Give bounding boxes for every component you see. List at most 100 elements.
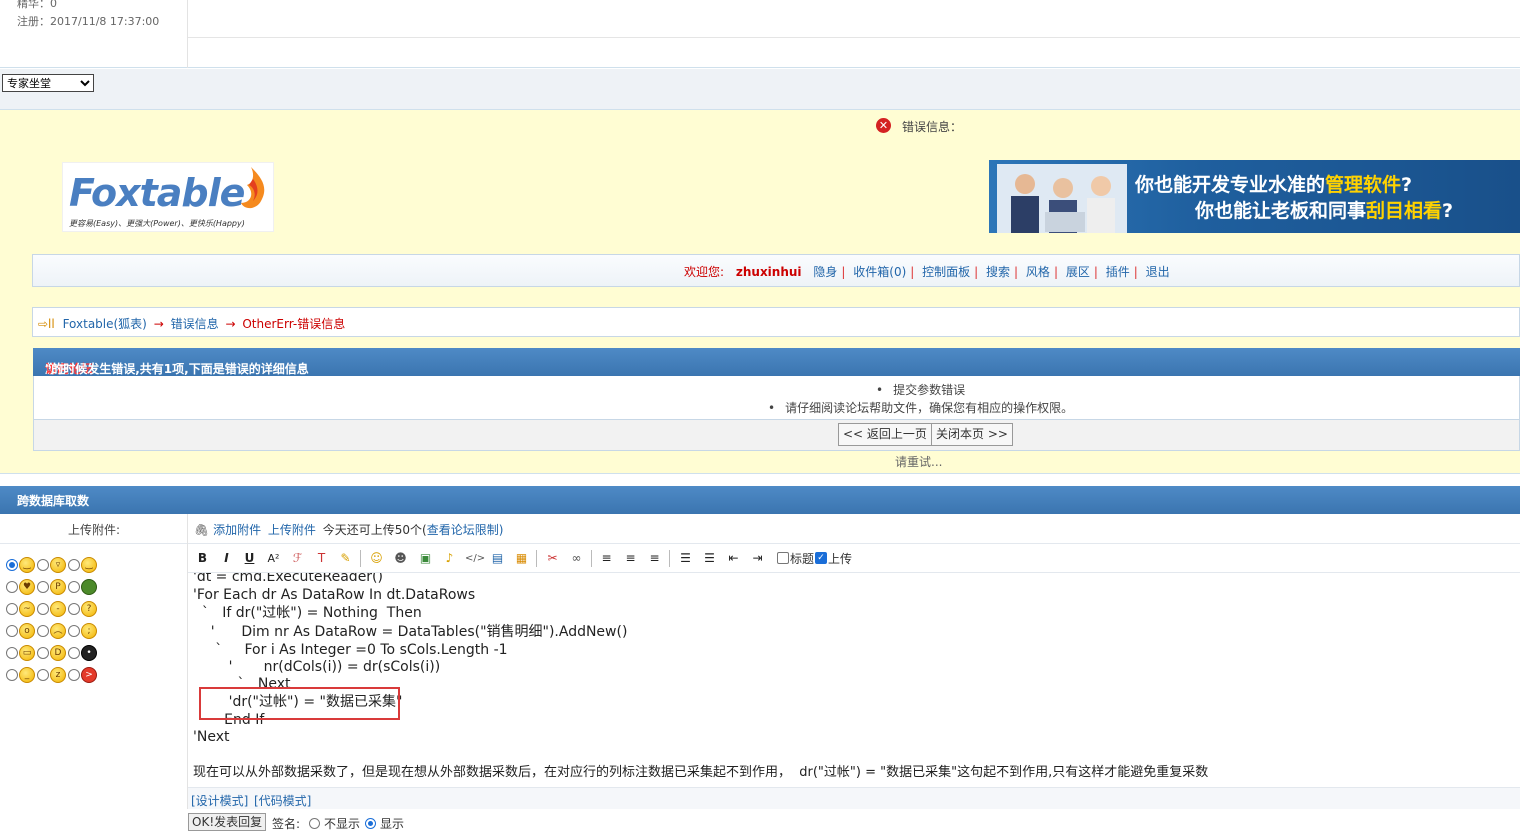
sad-icon[interactable]: ︵ <box>50 623 66 639</box>
bold-icon[interactable]: B <box>194 550 211 567</box>
emoticon-radio[interactable] <box>68 669 80 681</box>
nav-item-control-panel[interactable]: 控制面板 <box>922 265 970 279</box>
reply-editor[interactable]: 'dt = cmd.ExecuteReader() 'For Each dr A… <box>188 573 1520 787</box>
essence-count: 精华：0 <box>17 0 57 10</box>
ordered-list-icon[interactable]: ☰ <box>677 550 694 567</box>
font-family-icon[interactable]: ℱ <box>289 550 306 567</box>
confused-icon[interactable]: ~ <box>19 601 35 617</box>
sleepy-icon[interactable]: z <box>50 667 66 683</box>
banner-line-2: 你也能让老板和同事刮目相看? <box>1195 200 1454 222</box>
unordered-list-icon[interactable]: ☰ <box>701 550 718 567</box>
penguin-icon[interactable]: • <box>81 645 97 661</box>
emoticon-radio[interactable] <box>6 581 18 593</box>
back-button[interactable]: << 返回上一页 <box>838 423 932 446</box>
signature-show-label: 显示 <box>380 817 405 831</box>
emoticon-radio[interactable] <box>68 647 80 659</box>
emoticon-radio[interactable] <box>6 603 18 615</box>
link-icon[interactable]: ∞ <box>568 550 585 567</box>
love-icon[interactable]: ♥ <box>19 579 35 595</box>
align-right-icon[interactable]: ≡ <box>646 550 663 567</box>
indent-icon[interactable]: ⇥ <box>749 550 766 567</box>
emoticon-icon[interactable]: ☺ <box>368 550 385 567</box>
face-icon[interactable]: ☻ <box>392 550 409 567</box>
upload-checkbox[interactable]: ✓ <box>815 552 827 564</box>
cry-icon[interactable]: ; <box>81 623 97 639</box>
nav-item-style[interactable]: 风格 <box>1026 265 1050 279</box>
outdent-icon[interactable]: ⇤ <box>725 550 742 567</box>
media-icon[interactable]: ▤ <box>489 550 506 567</box>
signature-hide-label: 不显示 <box>324 817 361 831</box>
error-icon: ✕ <box>876 118 891 133</box>
breadcrumb-home[interactable]: Foxtable(狐表) <box>63 317 147 331</box>
emoticon-radio[interactable] <box>68 603 80 615</box>
smile-icon[interactable]: ‿ <box>19 557 35 573</box>
upload-attachment-link[interactable]: 上传附件 <box>268 523 316 537</box>
angry-icon[interactable]: ▭ <box>19 645 35 661</box>
signature-show-radio[interactable] <box>365 818 376 829</box>
devil-icon[interactable]: > <box>81 667 97 683</box>
font-color-icon[interactable]: T <box>313 550 330 567</box>
nav-item-search[interactable]: 搜索 <box>986 265 1010 279</box>
flash-icon[interactable]: ♪ <box>441 550 458 567</box>
frown-icon[interactable]: _ <box>19 667 35 683</box>
emoticon-radio[interactable] <box>37 581 49 593</box>
submit-reply-button[interactable]: OK!发表回复 <box>188 813 267 831</box>
font-size-icon[interactable]: A² <box>265 550 282 567</box>
sweat-icon[interactable]: - <box>50 601 66 617</box>
close-page-button[interactable]: 关闭本页 >> <box>931 423 1013 446</box>
question-icon[interactable]: ? <box>81 601 97 617</box>
code-mode-link[interactable]: [代码模式] <box>254 792 311 809</box>
logo-name: Foxtable <box>69 171 245 215</box>
nav-item-inbox[interactable]: 收件箱(0) <box>853 265 906 279</box>
highlight-icon[interactable]: ✎ <box>337 550 354 567</box>
emoticon-radio[interactable] <box>6 559 18 571</box>
foxtable-logo[interactable]: Foxtable 更容易(Easy)、更强大(Power)、更快乐(Happy) <box>62 162 274 232</box>
emoticon-radio[interactable] <box>37 669 49 681</box>
wink-icon[interactable]: ‿ <box>81 557 97 573</box>
nav-item-plugins[interactable]: 插件 <box>1106 265 1130 279</box>
signature-hide-radio[interactable] <box>309 818 320 829</box>
nav-item-showcase[interactable]: 展区 <box>1066 265 1090 279</box>
reply-form-title: 跨数据库取数 <box>17 494 90 508</box>
design-mode-link[interactable]: [设计模式] <box>191 792 248 809</box>
table-icon[interactable]: ▦ <box>513 550 530 567</box>
upload-checkbox-label: 上传 <box>828 552 853 566</box>
clean-format-icon[interactable]: ✂ <box>544 550 561 567</box>
code-icon[interactable]: </> <box>465 550 485 567</box>
emoticon-radio[interactable] <box>37 559 49 571</box>
emoticon-radio[interactable] <box>6 669 18 681</box>
error-actions: << 返回上一页 关闭本页 >> <box>33 420 1520 451</box>
code-line: ' Dim nr As DataRow = DataTables("销售明细")… <box>193 624 628 640</box>
username-link[interactable]: zhuxinhui <box>736 265 802 279</box>
add-attachment-link[interactable]: 添加附件 <box>213 523 261 537</box>
emoticon-radio[interactable] <box>6 625 18 637</box>
laugh-icon[interactable]: D <box>50 645 66 661</box>
emoticon-radio[interactable] <box>6 647 18 659</box>
code-line: ` If dr("过帐") = Nothing Then <box>193 605 422 621</box>
underline-icon[interactable]: U <box>241 550 258 567</box>
emoticon-radio[interactable] <box>37 625 49 637</box>
breadcrumb-items: ⇨ll Foxtable(狐表) → 错误信息 → OtherErr-错误信息 <box>38 315 345 332</box>
italic-icon[interactable]: I <box>218 550 235 567</box>
tongue-icon[interactable]: P <box>50 579 66 595</box>
forum-jump-select[interactable]: 专家坐堂 <box>2 74 94 92</box>
editor-mode-bar: [设计模式] [代码模式] <box>188 787 1520 809</box>
nav-item-logout[interactable]: 退出 <box>1146 265 1170 279</box>
turtle-icon[interactable] <box>81 579 97 595</box>
emoticon-radio[interactable] <box>37 603 49 615</box>
emoticon-radio[interactable] <box>68 625 80 637</box>
nav-item-hide[interactable]: 隐身 <box>813 265 837 279</box>
shock-icon[interactable]: o <box>19 623 35 639</box>
emoticon-radio[interactable] <box>68 581 80 593</box>
title-checkbox[interactable] <box>777 552 789 564</box>
emoticon-radio[interactable] <box>37 647 49 659</box>
breadcrumb-error-info[interactable]: 错误信息 <box>171 317 219 331</box>
align-center-icon[interactable]: ≡ <box>622 550 639 567</box>
align-left-icon[interactable]: ≡ <box>598 550 615 567</box>
image-icon[interactable]: ▣ <box>417 550 434 567</box>
view-limit-link[interactable]: 查看论坛限制 <box>427 523 499 537</box>
grin-icon[interactable]: ▿ <box>50 557 66 573</box>
submit-bar: OK!发表回复 签名: 不显示 显示 <box>188 810 1520 831</box>
emoticon-radio[interactable] <box>68 559 80 571</box>
ad-banner[interactable]: 你也能开发专业水准的管理软件? 你也能让老板和同事刮目相看? <box>989 160 1520 233</box>
